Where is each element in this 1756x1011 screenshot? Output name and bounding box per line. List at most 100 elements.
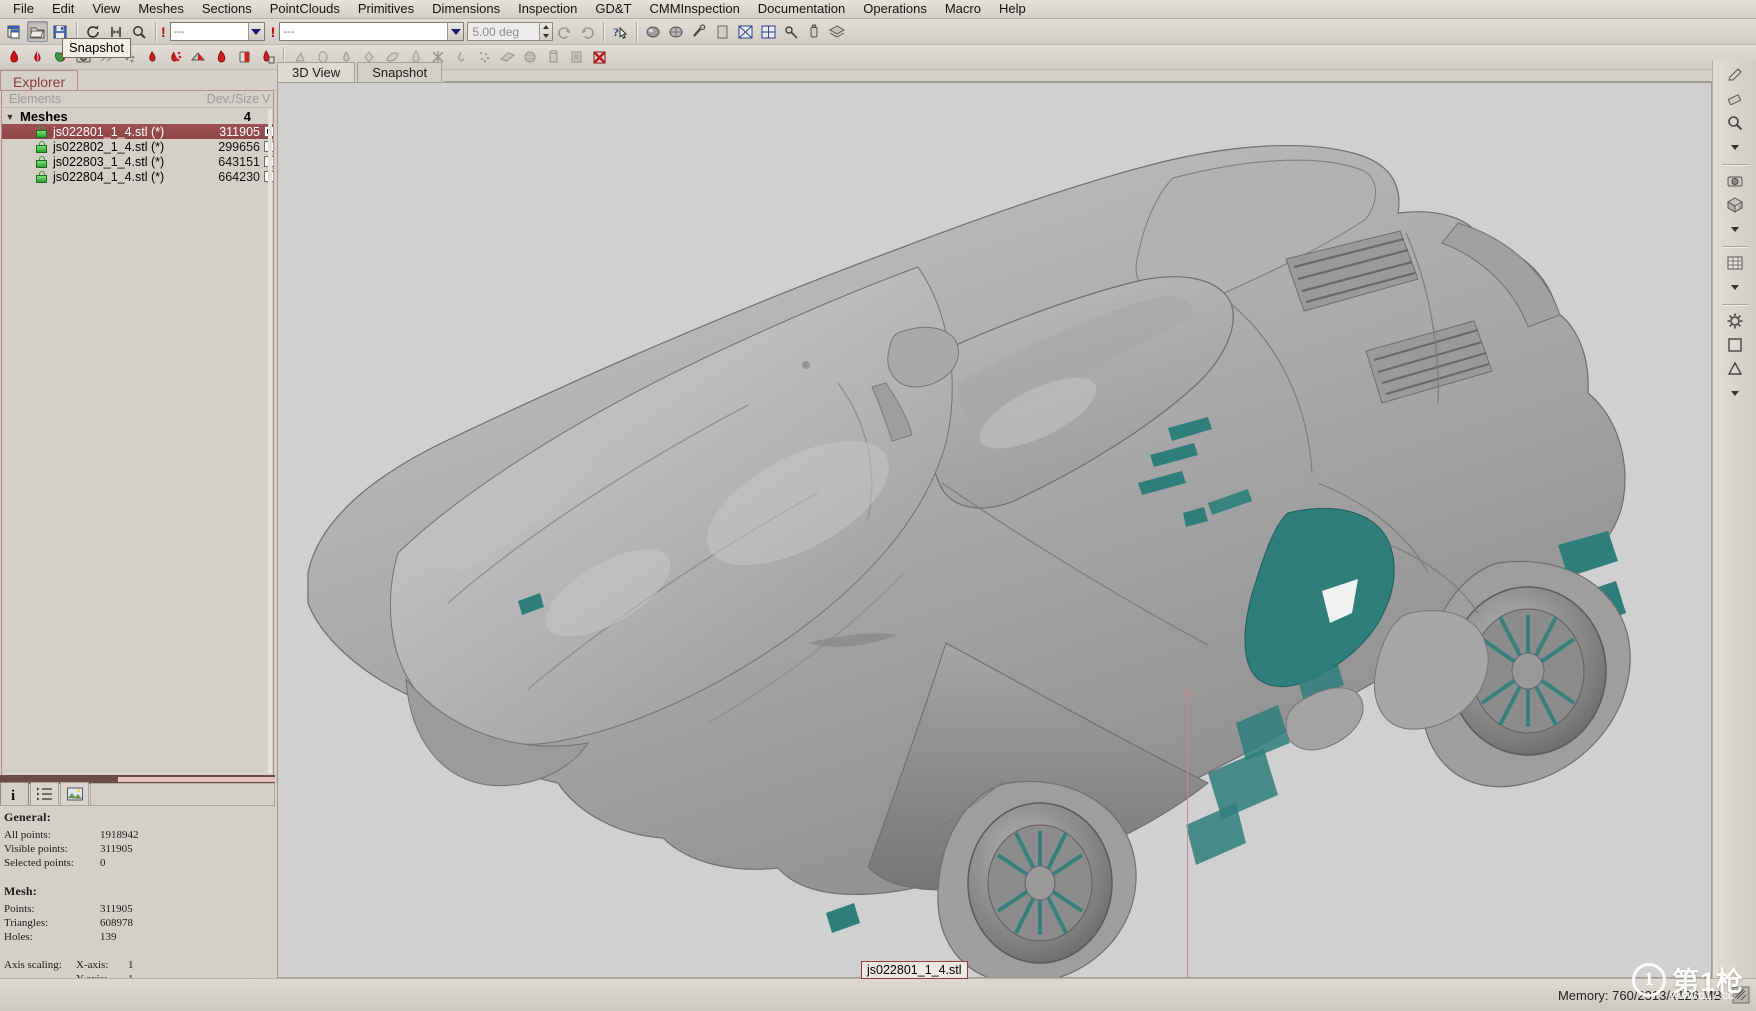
lock-icon[interactable]: [36, 155, 47, 168]
lock-icon[interactable]: [36, 125, 47, 138]
tab-snapshot[interactable]: Snapshot: [357, 62, 443, 82]
chevron-down-icon[interactable]: [247, 23, 264, 40]
axis-gizmo[interactable]: X Z: [563, 958, 663, 977]
menu-item-file[interactable]: File: [4, 0, 43, 18]
tree-group-meshes[interactable]: ▼ Meshes 4: [2, 109, 273, 124]
magnifier-icon[interactable]: [1724, 112, 1746, 134]
menu-item-inspection[interactable]: Inspection: [509, 0, 586, 18]
mesh-drop-red-icon[interactable]: [142, 47, 163, 68]
property-value: 608978: [100, 917, 133, 929]
redo-rotate-icon[interactable]: [577, 21, 598, 42]
mesh-points-red-icon[interactable]: [165, 47, 186, 68]
callout-anchor-dot: [1183, 689, 1190, 696]
properties-spacer: [4, 870, 275, 884]
menu-item-edit[interactable]: Edit: [43, 0, 83, 18]
eraser-icon[interactable]: [1724, 88, 1746, 110]
menu-item-cmminspection[interactable]: CMMInspection: [640, 0, 748, 18]
callout-leader-line: [1187, 693, 1188, 977]
tab-snapshot-label: Snapshot: [372, 65, 428, 80]
property-key: Holes:: [4, 931, 33, 943]
menu-item-help[interactable]: Help: [990, 0, 1035, 18]
mesh-duplicate-icon[interactable]: [257, 47, 278, 68]
measure-icon[interactable]: [689, 21, 710, 42]
properties-general-heading: General:: [4, 810, 51, 824]
tab-3d-view[interactable]: 3D View: [277, 62, 356, 82]
filter-combo-1[interactable]: ---: [169, 22, 265, 41]
right-toolbar: [1712, 60, 1756, 978]
viewport-object-label: js022801_1_4.stl: [861, 961, 968, 979]
toolbar-separator: [636, 21, 639, 42]
right-toolbar-separator: [1721, 246, 1748, 248]
pencil-icon[interactable]: [1724, 64, 1746, 86]
square-outline-icon[interactable]: [1724, 334, 1746, 356]
chevron-down-icon[interactable]: [447, 23, 464, 40]
status-bar: Memory: 760/2313/4126 MB: [0, 978, 1756, 1011]
chevron-down-small-icon-4[interactable]: [1724, 382, 1746, 404]
filter-combo-2[interactable]: ---: [279, 22, 465, 41]
menu-item-pointclouds[interactable]: PointClouds: [261, 0, 349, 18]
menu-item-primitives[interactable]: Primitives: [349, 0, 423, 18]
tree-row-mesh-2[interactable]: js022802_1_4.stl (*) 299656: [2, 139, 273, 154]
chevron-down-small-icon-3[interactable]: [1724, 276, 1746, 298]
warning-glyph-2: !: [270, 23, 276, 40]
wireframe-view-icon[interactable]: [666, 21, 687, 42]
tree-row-mesh-1[interactable]: js022801_1_4.stl (*) 311905: [2, 124, 273, 139]
explorer-tree-panel: Elements Dev./Size V ▼ Meshes 4 js022801…: [1, 90, 274, 780]
menu-item-macro[interactable]: Macro: [936, 0, 990, 18]
3d-viewport[interactable]: X Z: [277, 82, 1712, 978]
menu-item-documentation[interactable]: Documentation: [749, 0, 854, 18]
car-mesh-render: [278, 83, 1711, 977]
spinner-arrows-icon[interactable]: [539, 23, 553, 40]
tree-row-value: 643151: [218, 154, 260, 169]
menu-item-gdt[interactable]: GD&T: [586, 0, 640, 18]
mesh-split-icon[interactable]: [188, 47, 209, 68]
new-window-icon[interactable]: [4, 21, 25, 42]
explorer-vertical-scrollbar[interactable]: [268, 109, 272, 778]
cube-icon[interactable]: [1724, 194, 1746, 216]
menu-item-sections[interactable]: Sections: [193, 0, 261, 18]
mesh-red-icon-2[interactable]: [27, 47, 48, 68]
panel-icon[interactable]: [712, 21, 733, 42]
triangle-icon[interactable]: [1724, 358, 1746, 380]
mesh-fill-icon[interactable]: [211, 47, 232, 68]
grid-quad-icon[interactable]: [758, 21, 779, 42]
settings-gear-icon[interactable]: [1724, 310, 1746, 332]
shade-view-icon[interactable]: [643, 21, 664, 42]
mesh-half-icon[interactable]: [234, 47, 255, 68]
tab-properties-image[interactable]: [60, 782, 89, 805]
flashlight-icon[interactable]: [804, 21, 825, 42]
chevron-down-small-icon[interactable]: [1724, 136, 1746, 158]
menu-item-operations[interactable]: Operations: [854, 0, 936, 18]
tab-explorer[interactable]: Explorer: [0, 70, 79, 91]
view-tab-row: 3D View Snapshot: [277, 60, 1719, 82]
tab-properties-info[interactable]: i: [0, 782, 29, 805]
tree-row-mesh-4[interactable]: js022804_1_4.stl (*) 664230: [2, 169, 273, 184]
mesh-red-icon-1[interactable]: [4, 47, 25, 68]
tree-row-mesh-3[interactable]: js022803_1_4.stl (*) 643151: [2, 154, 273, 169]
undo-rotate-icon[interactable]: [554, 21, 575, 42]
info-icon: i: [11, 788, 15, 803]
property-triangles: Triangles: 608978: [4, 916, 275, 930]
lock-icon[interactable]: [36, 170, 47, 183]
settings-small-icon[interactable]: [781, 21, 802, 42]
menu-item-view[interactable]: View: [83, 0, 129, 18]
tab-properties-list[interactable]: [30, 782, 59, 805]
properties-mesh-heading: Mesh:: [4, 884, 37, 898]
lock-icon[interactable]: [36, 140, 47, 153]
property-value: 0: [100, 857, 106, 869]
help-pointer-icon[interactable]: ?: [610, 21, 631, 42]
property-tab-row: i: [0, 782, 275, 806]
menu-item-dimensions[interactable]: Dimensions: [423, 0, 509, 18]
zoom-icon[interactable]: [129, 21, 150, 42]
chevron-down-icon[interactable]: ▼: [2, 112, 18, 122]
grid-diagonal-icon[interactable]: [735, 21, 756, 42]
menu-item-meshes[interactable]: Meshes: [129, 0, 193, 18]
tree-row-value: 311905: [219, 124, 260, 139]
layers-icon[interactable]: [827, 21, 848, 42]
angle-spinbox[interactable]: 5.00 deg: [467, 22, 554, 41]
open-file-icon[interactable]: [27, 21, 48, 42]
toolbar-separator: [603, 21, 606, 42]
camera-icon[interactable]: [1724, 170, 1746, 192]
grid-table-icon[interactable]: [1724, 252, 1746, 274]
chevron-down-small-icon-2[interactable]: [1724, 218, 1746, 240]
